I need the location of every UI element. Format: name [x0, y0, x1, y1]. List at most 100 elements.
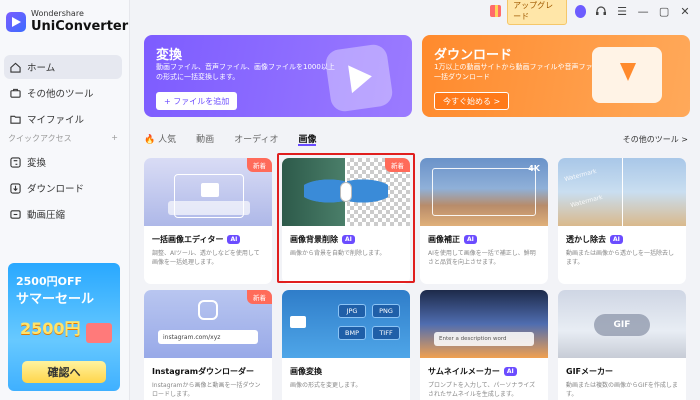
- upscale-frame: [432, 168, 536, 216]
- nav-item-label: ダウンロード: [27, 184, 85, 195]
- convert-banner[interactable]: 変換 動画ファイル、音声ファイル、画像ファイルを1000以上の形式に一括変換しま…: [144, 35, 412, 117]
- category-tabs: 🔥 人気 動画 オーディオ 画像: [144, 132, 336, 146]
- card-instagram-downloader[interactable]: instagram.com/xyz 新着 Instagramダウンローダー In…: [144, 290, 272, 400]
- brand-sub: Wondershare: [31, 9, 84, 18]
- card-desc: 動画または画像から透かしを一括除去します。: [566, 250, 675, 266]
- nav-item-compress[interactable]: 動画圧縮: [4, 202, 122, 226]
- tab-image[interactable]: 画像: [298, 132, 317, 146]
- nav-item-label: ホーム: [27, 63, 56, 74]
- download-arrow-icon: [592, 47, 662, 103]
- banner-title: ダウンロード: [434, 48, 513, 63]
- nav-item-home[interactable]: ホーム: [4, 55, 122, 79]
- close-button[interactable]: ✕: [679, 4, 691, 18]
- compare-divider: [622, 158, 623, 226]
- card-desc: 調整、AIツール、透かしなどを使用して画像を一括処理します。: [152, 250, 260, 266]
- main-nav: ホーム その他のツール マイファイル: [4, 55, 122, 133]
- add-file-button[interactable]: + ファイルを追加: [156, 92, 238, 110]
- nav-item-my-files[interactable]: マイファイル: [4, 107, 122, 131]
- start-now-button[interactable]: 今すぐ始める >: [434, 92, 510, 110]
- edit-tools-bar: [168, 201, 250, 215]
- promo-discount: 2500円OFF: [16, 275, 82, 288]
- more-tools-link[interactable]: その他のツール >: [623, 134, 688, 145]
- summer-sale-promo[interactable]: 2500円OFF サマーセール 2500円 確認へ: [8, 263, 120, 391]
- card-title: Instagramダウンローダー: [152, 367, 255, 376]
- format-chip: BMP: [338, 326, 366, 340]
- maximize-button[interactable]: ▢: [658, 4, 670, 18]
- card-desc: 画像の形式を変更します。: [290, 382, 362, 389]
- nav-item-label: 変換: [27, 158, 47, 169]
- gift-icon[interactable]: [490, 5, 502, 17]
- card-title: GIFメーカー: [566, 367, 614, 376]
- card-batch-image-editor[interactable]: 新着 一括画像エディター AI 調整、AIツール、透かしなどを使用して画像を一括処…: [144, 158, 272, 284]
- 4k-label: 4K: [528, 164, 540, 173]
- banner-desc: 動画ファイル、音声ファイル、画像ファイルを1000以上の形式に一括変換します。: [156, 63, 335, 81]
- banner-title: 変換: [156, 48, 183, 63]
- quick-access-nav: 変換 ダウンロード 動画圧縮: [4, 150, 122, 228]
- card-thumbnail: Watermark Watermark: [558, 158, 686, 226]
- headset-icon[interactable]: [595, 4, 607, 18]
- card-title: 画像補正 AI: [428, 234, 477, 245]
- card-thumbnail: JPG PNG BMP TIFF: [282, 290, 410, 358]
- nav-item-other-tools[interactable]: その他のツール: [4, 81, 122, 105]
- convert-play-icon: [323, 42, 395, 114]
- ai-badge: AI: [464, 235, 477, 244]
- picture-icon: [290, 316, 306, 328]
- gif-icon: GIF: [594, 314, 650, 336]
- folder-icon: [10, 115, 21, 124]
- toolbox-icon: [10, 88, 21, 98]
- quick-access-label: クイックアクセス: [8, 134, 72, 143]
- menu-icon[interactable]: ☰: [616, 4, 628, 18]
- card-watermark-remover[interactable]: Watermark Watermark 透かし除去 AI 動画または画像から透かし…: [558, 158, 686, 284]
- prompt-input: Enter a description word: [434, 332, 534, 346]
- brand: Wondershare UniConverter: [6, 10, 128, 33]
- avatar[interactable]: [575, 4, 587, 18]
- compress-icon: [10, 209, 21, 219]
- home-icon: [10, 62, 21, 73]
- format-chip: JPG: [338, 304, 366, 318]
- format-chip: TIFF: [372, 326, 400, 340]
- promo-confirm-button[interactable]: 確認へ: [22, 361, 106, 383]
- card-thumbnail-maker[interactable]: Enter a description word サムネイルメーカー AI プロン…: [420, 290, 548, 400]
- card-title: サムネイルメーカー AI: [428, 366, 517, 377]
- card-desc: Instagramから画像と動画を一括ダウンロードします。: [152, 382, 261, 398]
- download-banner[interactable]: ダウンロード 1万以上の動画サイトから動画ファイルや音声ファイルを一括ダウンロー…: [422, 35, 690, 117]
- convert-icon: [10, 156, 21, 168]
- tab-popular[interactable]: 🔥 人気: [144, 132, 176, 146]
- download-icon: [10, 182, 21, 194]
- minimize-button[interactable]: —: [637, 4, 649, 18]
- promo-title: サマーセール: [16, 292, 95, 307]
- nav-item-download[interactable]: ダウンロード: [4, 176, 122, 200]
- nav-item-convert[interactable]: 変換: [4, 150, 122, 174]
- card-image-enhancer[interactable]: 4K 画像補正 AI AIを使用して画像を一括で補正し、鮮明さと品質を向上させます…: [420, 158, 548, 284]
- card-desc: AIを使用して画像を一括で補正し、鮮明さと品質を向上させます。: [428, 250, 536, 266]
- new-badge: 新着: [247, 158, 272, 172]
- nav-item-label: 動画圧縮: [27, 210, 66, 221]
- card-thumbnail: GIF: [558, 290, 686, 358]
- card-image-converter[interactable]: JPG PNG BMP TIFF 画像変換 画像の形式を変更します。: [282, 290, 410, 400]
- quick-access-header: クイックアクセス +: [8, 133, 118, 144]
- instagram-icon: [198, 300, 218, 320]
- format-chip: PNG: [372, 304, 400, 318]
- sidebar: Wondershare UniConverter ホーム その他のツール マイフ…: [0, 0, 130, 400]
- new-badge: 新着: [247, 290, 272, 304]
- card-title: 一括画像エディター AI: [152, 234, 241, 245]
- card-thumbnail: Enter a description word: [420, 290, 548, 358]
- ai-badge: AI: [610, 235, 623, 244]
- card-gif-maker[interactable]: GIF GIFメーカー 動画または複数の画像からGIFを作成します。: [558, 290, 686, 400]
- url-bar: instagram.com/xyz: [158, 330, 258, 344]
- card-desc: 動画または複数の画像からGIFを作成します。: [566, 382, 678, 398]
- banner-desc: 1万以上の動画サイトから動画ファイルや音声ファイルを一括ダウンロード: [434, 63, 614, 81]
- titlebar: アップグレード ☰ — ▢ ✕: [490, 0, 700, 25]
- tab-audio[interactable]: オーディオ: [234, 132, 278, 146]
- gift-box-icon: [86, 323, 112, 343]
- card-thumbnail: 4K: [420, 158, 548, 226]
- promo-amount: 2500円: [20, 319, 81, 338]
- nav-item-label: その他のツール: [27, 89, 94, 100]
- card-title: 画像変換: [290, 367, 322, 376]
- upgrade-button[interactable]: アップグレード: [507, 0, 567, 25]
- ai-badge: AI: [227, 235, 241, 244]
- card-desc: プロンプトを入力して、パーソナライズされたサムネイルを生成します。: [428, 382, 536, 398]
- quick-access-add-button[interactable]: +: [111, 133, 118, 144]
- card-title: 透かし除去 AI: [566, 234, 623, 245]
- tab-video[interactable]: 動画: [196, 132, 214, 146]
